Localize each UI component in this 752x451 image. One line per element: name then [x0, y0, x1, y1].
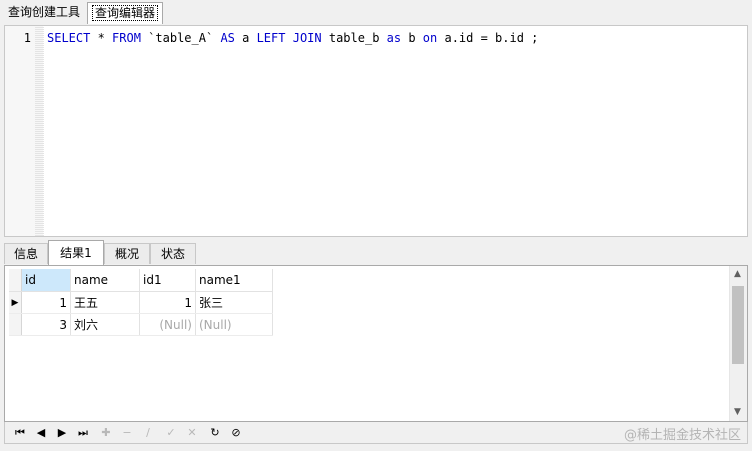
cell-name[interactable]: 王五 — [70, 291, 140, 314]
discard-changes-icon[interactable]: ✕ — [183, 425, 201, 441]
sql-keyword: as — [386, 31, 402, 45]
sql-editor[interactable]: 1 SELECT * FROM `table_A` AS a LEFT JOIN… — [4, 25, 748, 237]
tab-query-editor[interactable]: 查询编辑器 — [87, 2, 164, 24]
code-line[interactable]: SELECT * FROM `table_A` AS a LEFT JOIN t… — [47, 31, 538, 45]
sql-keyword: on — [422, 31, 438, 45]
cell-name1[interactable]: 张三 — [195, 291, 273, 314]
column-header-id[interactable]: id — [21, 269, 71, 292]
fold-margin — [35, 26, 44, 236]
tab-query-editor-label: 查询编辑器 — [92, 5, 159, 21]
sql-text: `table_A` — [140, 31, 221, 45]
sql-text: a — [234, 31, 257, 45]
current-row-indicator-icon: ▶ — [9, 291, 22, 314]
edit-record-icon[interactable]: ∕ — [139, 425, 157, 441]
cell-name[interactable]: 刘六 — [70, 313, 140, 336]
sql-keyword: SELECT — [47, 31, 91, 45]
sql-text: * — [90, 31, 113, 45]
scrollbar-thumb[interactable] — [732, 286, 744, 364]
column-header-id1[interactable]: id1 — [139, 269, 196, 292]
result-grid[interactable]: id name id1 name1 ▶ 1 王五 1 张三 3 刘六 (Null… — [4, 265, 748, 422]
first-record-icon[interactable]: ⏮ — [11, 425, 29, 441]
watermark: @稀土掘金技术社区 — [623, 428, 741, 443]
add-record-icon[interactable]: ✚ — [97, 425, 115, 441]
line-number: 1 — [23, 31, 31, 45]
vertical-scrollbar[interactable]: ▲ ▼ — [729, 266, 747, 421]
table-header-row: id name id1 name1 — [9, 269, 273, 292]
result-table: id name id1 name1 ▶ 1 王五 1 张三 3 刘六 (Null… — [9, 269, 273, 336]
sql-text: b — [401, 31, 423, 45]
cell-id[interactable]: 3 — [21, 313, 71, 336]
cell-id[interactable]: 1 — [21, 291, 71, 314]
tab-result1[interactable]: 结果1 — [48, 240, 104, 265]
table-row[interactable]: 3 刘六 (Null) (Null) — [9, 313, 273, 336]
delete-record-icon[interactable]: − — [118, 425, 136, 441]
record-navigation-toolbar: @稀土掘金技术社区 ⏮ ◀ ▶ ⏭ ✚ − ∕ ✓ ✕ ↻ ⊘ — [4, 422, 748, 444]
tab-query-builder[interactable]: 查询创建工具 — [4, 2, 84, 22]
row-indicator — [9, 313, 22, 336]
row-indicator-header — [9, 269, 22, 292]
column-header-name[interactable]: name — [70, 269, 140, 292]
sql-keyword: LEFT — [256, 31, 286, 45]
tab-status[interactable]: 状态 — [150, 243, 196, 264]
sql-text: table_b — [321, 31, 387, 45]
column-header-name1[interactable]: name1 — [195, 269, 273, 292]
stop-icon[interactable]: ⊘ — [227, 425, 245, 441]
query-mode-tabs: 查询创建工具 查询编辑器 — [0, 0, 752, 25]
apply-changes-icon[interactable]: ✓ — [162, 425, 180, 441]
sql-text: a.id = b.id ; — [437, 31, 539, 45]
sql-keyword: FROM — [112, 31, 141, 45]
scroll-down-icon[interactable]: ▼ — [734, 408, 741, 417]
scroll-up-icon[interactable]: ▲ — [734, 270, 741, 279]
tab-info[interactable]: 信息 — [4, 243, 48, 264]
cell-id1[interactable]: (Null) — [139, 313, 196, 336]
editor-gutter: 1 — [5, 26, 44, 236]
table-row[interactable]: ▶ 1 王五 1 张三 — [9, 291, 273, 314]
sql-keyword: JOIN — [292, 31, 322, 45]
cell-name1[interactable]: (Null) — [195, 313, 273, 336]
next-record-icon[interactable]: ▶ — [53, 425, 71, 441]
refresh-icon[interactable]: ↻ — [206, 425, 224, 441]
previous-record-icon[interactable]: ◀ — [32, 425, 50, 441]
sql-keyword: AS — [220, 31, 235, 45]
tab-overview[interactable]: 概况 — [104, 243, 150, 264]
cell-id1[interactable]: 1 — [139, 291, 196, 314]
result-tabs: 信息 结果1 概况 状态 — [0, 240, 752, 265]
last-record-icon[interactable]: ⏭ — [74, 425, 92, 441]
